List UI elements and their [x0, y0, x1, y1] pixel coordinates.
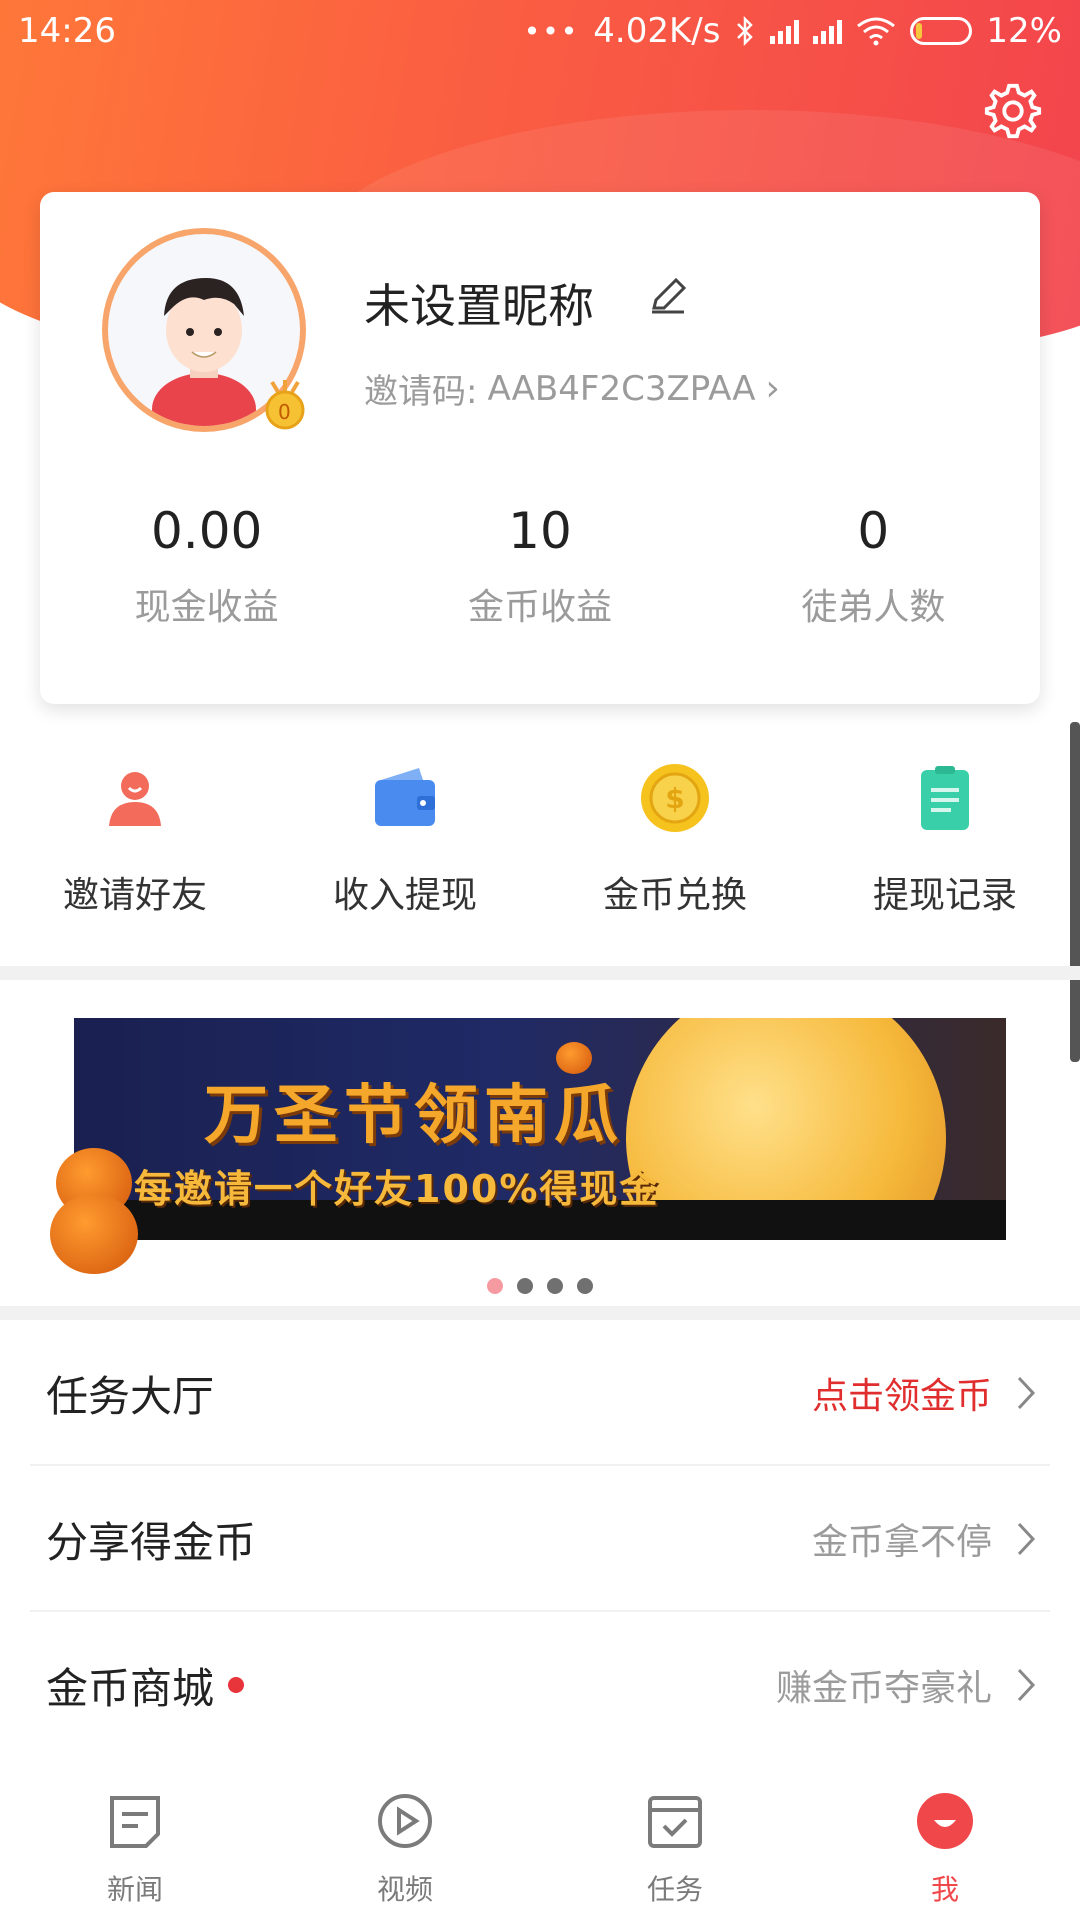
list-item-title: 金币商城	[46, 1663, 215, 1713]
invite-code-value: AAB4F2C3ZPAA	[487, 368, 756, 409]
edit-pencil-icon[interactable]	[646, 272, 692, 318]
coin-icon: $	[641, 764, 709, 832]
carousel-dot[interactable]	[577, 1278, 593, 1294]
battery-level	[916, 23, 923, 39]
tab-label: 我	[930, 1873, 959, 1906]
tab-video[interactable]: 视频	[270, 1762, 540, 1920]
wallet-icon	[375, 768, 435, 826]
pumpkin-icon	[556, 1042, 592, 1074]
list-item-share[interactable]: 分享得金币 金币拿不停	[0, 1466, 1080, 1612]
list-item-hint: 赚金币夺豪礼	[775, 1668, 992, 1709]
promo-banner[interactable]: 万圣节领南瓜 每邀请一个好友100%得现金	[74, 1018, 1006, 1240]
stat-label: 现金收益	[134, 587, 279, 628]
task-icon	[648, 1796, 702, 1848]
carousel-indicator	[0, 1278, 1080, 1294]
stat-coins[interactable]: 10 金币收益	[373, 502, 706, 630]
stat-disciples[interactable]: 0 徒弟人数	[707, 502, 1040, 630]
profile-card: 0 未设置昵称 邀请码: AAB4F2C3ZPAA › 0.00 现金收益 10…	[40, 192, 1040, 704]
tab-news[interactable]: 新闻	[0, 1762, 270, 1920]
level-number: 0	[278, 400, 291, 424]
quick-action-label: 邀请好友	[62, 875, 207, 916]
battery-icon	[910, 17, 973, 45]
bluetooth-icon	[737, 15, 754, 47]
clipboard-icon	[921, 766, 969, 830]
person-icon	[109, 772, 161, 826]
video-icon	[378, 1794, 432, 1848]
nickname: 未设置昵称	[364, 279, 594, 333]
signal-icon	[813, 18, 843, 44]
chevron-right-icon	[1017, 1376, 1036, 1410]
section-divider	[0, 966, 1080, 980]
list-item-hint: 金币拿不停	[811, 1522, 992, 1563]
list-item-title: 分享得金币	[46, 1517, 257, 1567]
stat-value: 0	[857, 502, 890, 560]
status-indicators: ••• 4.02K/s 12%	[524, 11, 1062, 51]
stat-label: 徒弟人数	[801, 587, 946, 628]
tab-label: 任务	[646, 1873, 703, 1906]
chevron-right-icon: ›	[765, 368, 780, 409]
bottom-tab-bar: 新闻 视频 任务 我	[0, 1762, 1080, 1920]
section-divider	[0, 1306, 1080, 1320]
stat-label: 金币收益	[467, 587, 612, 628]
quick-action-label: 收入提现	[332, 875, 477, 916]
carousel-dot[interactable]	[517, 1278, 533, 1294]
menu-list: 任务大厅 点击领金币 分享得金币 金币拿不停 金币商城 赚金币夺豪礼	[0, 1320, 1080, 1758]
signal-icon	[770, 18, 800, 44]
status-bar: 14:26 ••• 4.02K/s 12%	[0, 0, 1080, 62]
status-time: 14:26	[18, 11, 116, 51]
list-item-coin-mall[interactable]: 金币商城 赚金币夺豪礼	[0, 1612, 1080, 1758]
net-speed: 4.02K/s	[593, 11, 721, 51]
wifi-icon	[857, 17, 896, 46]
quick-action-exchange[interactable]: $ 金币兑换	[540, 760, 810, 960]
invite-code-label: 邀请码:	[364, 372, 478, 412]
more-dots-icon: •••	[523, 14, 580, 48]
new-badge-dot	[228, 1677, 245, 1693]
tab-task[interactable]: 任务	[540, 1762, 810, 1920]
quick-action-invite[interactable]: 邀请好友	[0, 760, 270, 960]
list-item-title: 任务大厅	[46, 1371, 215, 1421]
banner-subtitle: 每邀请一个好友100%得现金	[134, 1167, 660, 1211]
carousel-dot[interactable]	[547, 1278, 563, 1294]
quick-actions: 邀请好友 收入提现 $ 金币兑换 提现记录	[0, 760, 1080, 960]
banner-title: 万圣节领南瓜	[204, 1079, 624, 1153]
pumpkin-icon	[50, 1194, 138, 1274]
me-icon	[917, 1793, 973, 1849]
tab-label: 新闻	[106, 1873, 163, 1906]
settings-gear-icon[interactable]	[982, 80, 1044, 142]
news-icon	[110, 1796, 160, 1848]
stat-value: 10	[508, 502, 572, 560]
chevron-right-icon	[1017, 1522, 1036, 1556]
tab-me[interactable]: 我	[810, 1762, 1080, 1920]
tab-label: 视频	[376, 1873, 433, 1906]
quick-action-records[interactable]: 提现记录	[810, 760, 1080, 960]
stat-value: 0.00	[151, 502, 263, 560]
quick-action-label: 提现记录	[872, 875, 1017, 916]
quick-action-withdraw[interactable]: 收入提现	[270, 760, 540, 960]
list-item-task-hall[interactable]: 任务大厅 点击领金币	[0, 1320, 1080, 1466]
carousel-dot[interactable]	[487, 1278, 503, 1294]
quick-action-label: 金币兑换	[602, 875, 747, 916]
invite-code-row[interactable]: 邀请码: AAB4F2C3ZPAA ›	[364, 364, 780, 413]
battery-percent: 12%	[986, 11, 1062, 51]
chevron-right-icon	[1017, 1668, 1036, 1702]
list-item-hint: 点击领金币	[811, 1376, 992, 1417]
svg-text:$: $	[665, 782, 684, 815]
stats-row: 0.00 现金收益 10 金币收益 0 徒弟人数	[40, 502, 1040, 630]
stat-cash[interactable]: 0.00 现金收益	[40, 502, 373, 630]
